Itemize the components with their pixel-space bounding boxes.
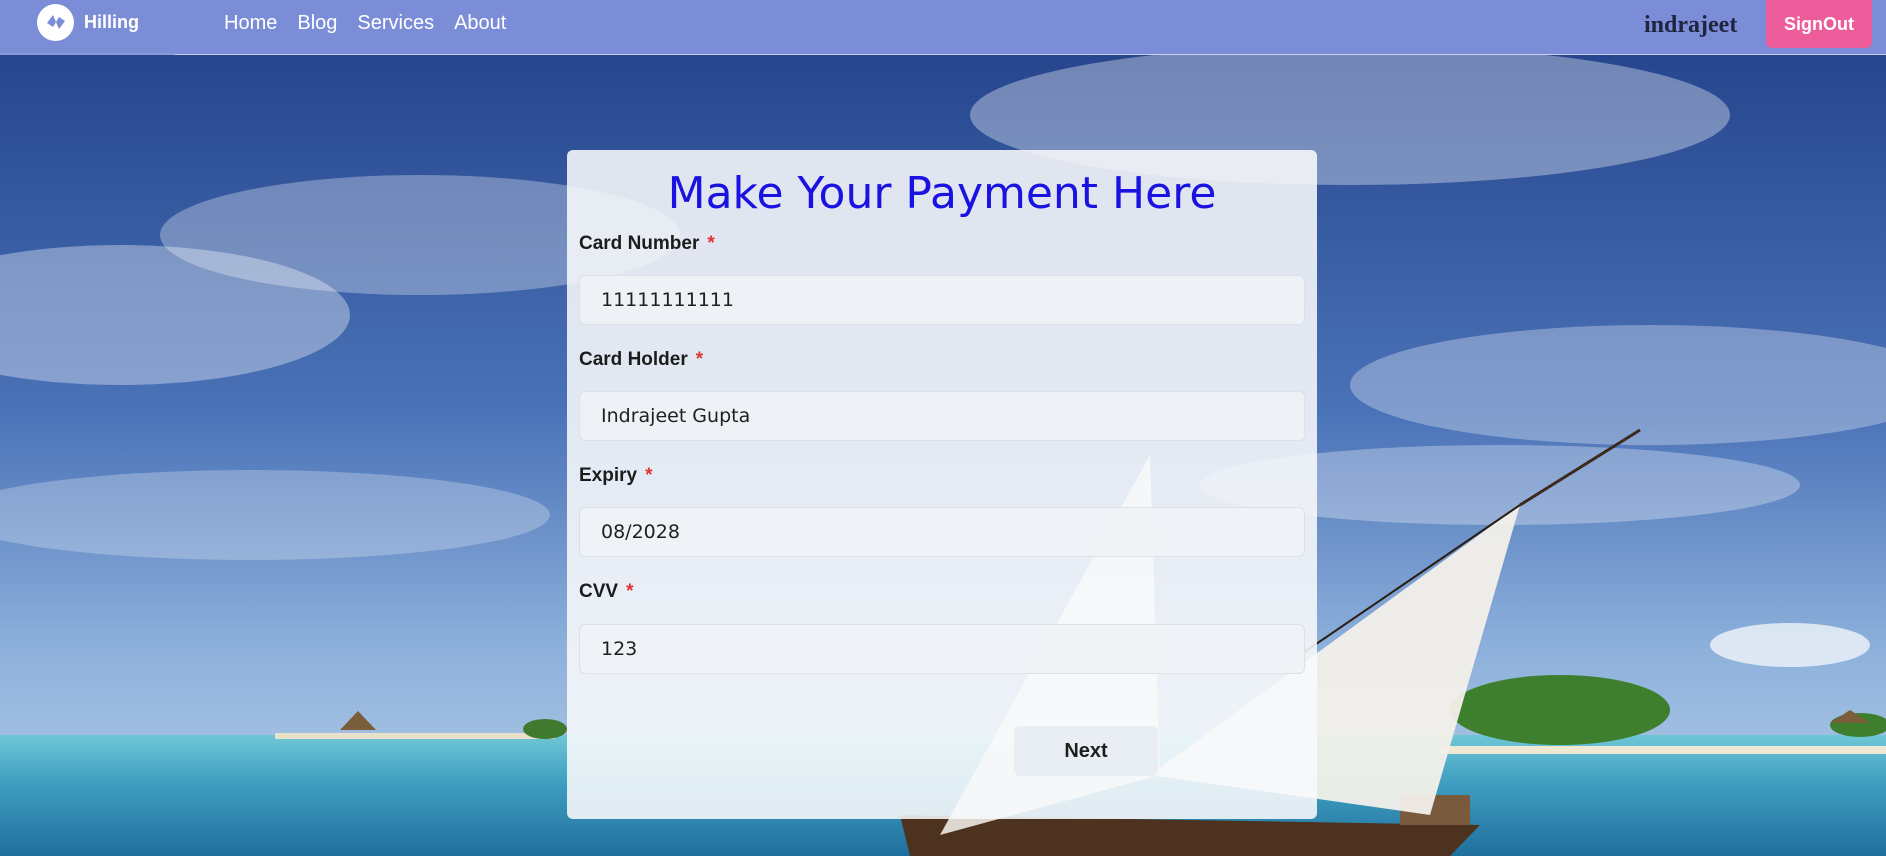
- cvv-label-text: CVV: [579, 581, 619, 602]
- brand-logo[interactable]: Hilling: [37, 3, 139, 41]
- card-holder-input[interactable]: [579, 391, 1305, 441]
- expiry-label: Expiry *: [579, 465, 653, 487]
- required-marker: *: [645, 465, 653, 486]
- card-number-label-text: Card Number: [579, 233, 700, 254]
- main-nav: Home Blog Services About: [224, 12, 526, 35]
- cvv-input[interactable]: [579, 624, 1305, 674]
- logo-icon: [37, 3, 74, 41]
- nav-link-home[interactable]: Home: [224, 12, 277, 35]
- nav-link-services[interactable]: Services: [357, 12, 434, 35]
- payment-card: Make Your Payment Here Card Number * Card…: [567, 150, 1317, 819]
- brand-divider: [0, 53, 175, 55]
- required-marker: *: [695, 349, 704, 370]
- required-marker: *: [626, 581, 634, 602]
- cvv-label: CVV *: [579, 581, 633, 603]
- nav-link-blog[interactable]: Blog: [297, 12, 337, 35]
- nav-link-about[interactable]: About: [454, 12, 506, 35]
- signout-button[interactable]: SignOut: [1766, 0, 1872, 48]
- card-number-input[interactable]: [579, 275, 1305, 325]
- next-button[interactable]: Next: [1014, 726, 1158, 776]
- card-holder-label-text: Card Holder: [579, 349, 688, 370]
- top-navbar: Hilling Home Blog Services About indraje…: [0, 0, 1886, 55]
- card-number-label: Card Number *: [579, 233, 715, 255]
- brand-name: Hilling: [84, 11, 139, 32]
- card-holder-label: Card Holder *: [579, 349, 703, 371]
- username-label: indrajeet: [1644, 12, 1738, 38]
- required-marker: *: [707, 233, 715, 254]
- expiry-input[interactable]: [579, 507, 1305, 557]
- expiry-label-text: Expiry: [579, 465, 638, 486]
- page-title: Make Your Payment Here: [667, 168, 1217, 219]
